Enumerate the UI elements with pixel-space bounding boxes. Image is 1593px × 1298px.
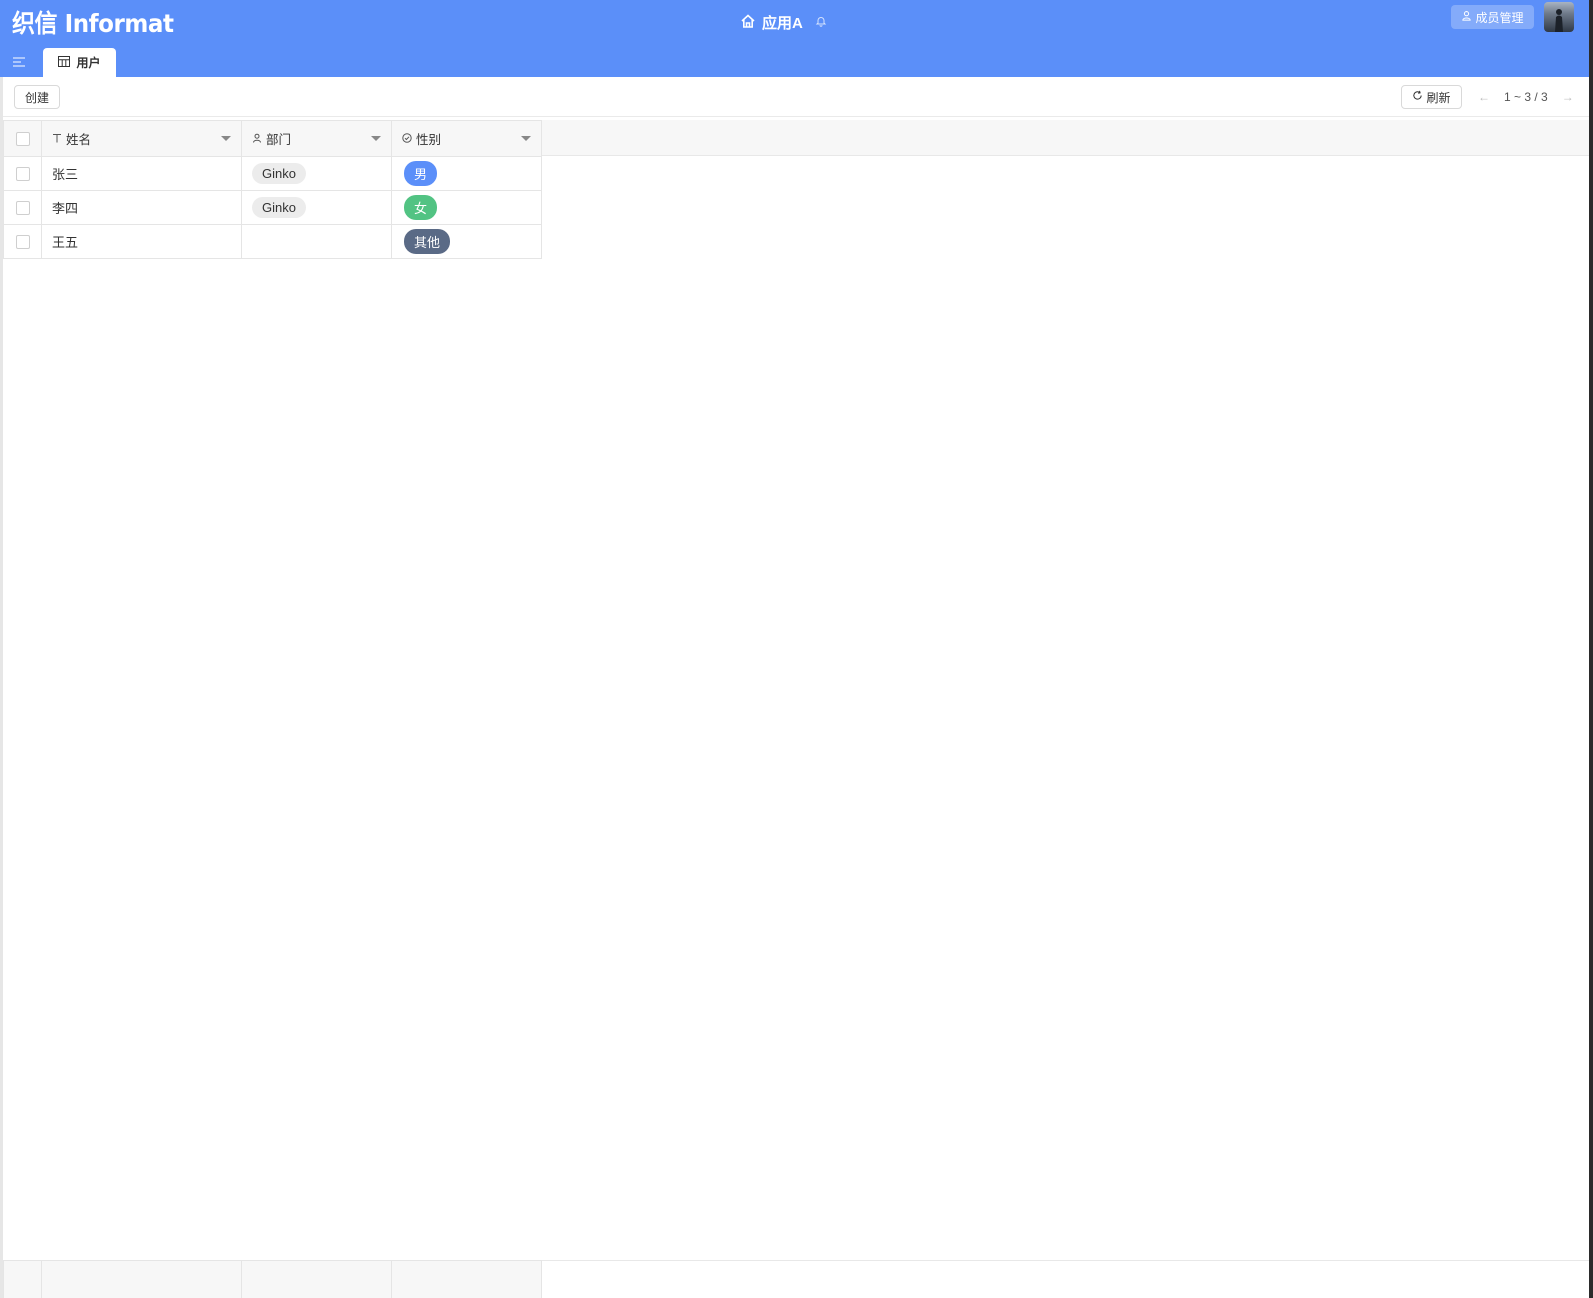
select-all-cell	[3, 120, 42, 157]
app-header: 织信 Informat 应用A 成员管理 用户	[0, 0, 1589, 77]
refresh-label: 刷新	[1426, 90, 1451, 105]
toolbar: 创建 刷新 ← 1 ~ 3 / 3 →	[3, 77, 1589, 117]
dept-tag: Ginko	[252, 163, 306, 184]
column-header-gender[interactable]: 性别	[391, 120, 542, 157]
window-edge-left	[0, 77, 3, 1298]
refresh-icon	[1412, 90, 1423, 104]
window-edge	[1589, 0, 1593, 1298]
bell-icon[interactable]	[815, 14, 827, 31]
chevron-down-icon[interactable]	[521, 136, 531, 141]
member-management-button[interactable]: 成员管理	[1451, 5, 1534, 29]
data-table: 姓名 部门 性别 张三 Ginko 男 李四 Ginko 女 王五 其他	[3, 120, 542, 259]
tab-label: 用户	[76, 56, 101, 70]
summary-cell	[3, 1260, 42, 1298]
summary-cell[interactable]	[41, 1260, 242, 1298]
user-icon	[1461, 10, 1472, 24]
app-logo: 织信 Informat	[12, 9, 174, 38]
app-title-area[interactable]: 应用A	[740, 12, 827, 33]
table-row[interactable]: 王五 其他	[3, 224, 542, 259]
app-title: 应用A	[762, 15, 803, 32]
select-all-checkbox[interactable]	[15, 131, 30, 146]
row-checkbox[interactable]	[15, 235, 30, 250]
home-icon	[740, 13, 756, 33]
table-row[interactable]: 李四 Ginko 女	[3, 190, 542, 225]
name-cell[interactable]: 李四	[41, 190, 242, 225]
dept-cell[interactable]: Ginko	[241, 156, 392, 191]
chevron-down-icon[interactable]	[371, 136, 381, 141]
row-checkbox[interactable]	[15, 167, 30, 182]
table-row[interactable]: 张三 Ginko 男	[3, 156, 542, 191]
gender-tag: 其他	[404, 229, 451, 254]
user-icon	[252, 132, 262, 146]
refresh-button[interactable]: 刷新	[1401, 85, 1462, 109]
column-header-label: 性别	[416, 133, 442, 147]
avatar[interactable]	[1544, 2, 1574, 32]
dept-cell[interactable]	[241, 224, 392, 259]
dept-tag: Ginko	[252, 197, 306, 218]
summary-cell[interactable]	[391, 1260, 542, 1298]
name-cell[interactable]: 张三	[41, 156, 242, 191]
pagination: ← 1 ~ 3 / 3 →	[1478, 85, 1574, 109]
column-header-dept[interactable]: 部门	[241, 120, 392, 157]
chevron-down-icon[interactable]	[221, 136, 231, 141]
row-select-cell	[3, 224, 42, 259]
column-header-label: 部门	[266, 133, 292, 147]
create-button[interactable]: 创建	[14, 85, 60, 109]
tab-users[interactable]: 用户	[43, 48, 116, 77]
row-checkbox[interactable]	[15, 201, 30, 216]
column-header-name[interactable]: 姓名	[41, 120, 242, 157]
menu-toggle-icon[interactable]	[12, 55, 26, 69]
gender-cell[interactable]: 女	[391, 190, 542, 225]
gender-cell[interactable]: 男	[391, 156, 542, 191]
name-value: 王五	[52, 235, 79, 250]
gender-cell[interactable]: 其他	[391, 224, 542, 259]
table-icon	[58, 55, 71, 70]
pagination-text: 1 ~ 3 / 3	[1504, 90, 1548, 104]
name-value: 李四	[52, 201, 79, 216]
row-select-cell	[3, 190, 42, 225]
gender-tag: 男	[404, 161, 438, 186]
text-type-icon	[52, 132, 62, 146]
name-cell[interactable]: 王五	[41, 224, 242, 259]
gender-tag: 女	[404, 195, 438, 220]
check-circle-icon	[402, 132, 412, 146]
summary-row	[3, 1260, 542, 1298]
row-select-cell	[3, 156, 42, 191]
member-management-label: 成员管理	[1475, 10, 1524, 25]
table-header-row: 姓名 部门 性别	[3, 120, 542, 157]
summary-cell[interactable]	[241, 1260, 392, 1298]
dept-cell[interactable]: Ginko	[241, 190, 392, 225]
prev-page-icon[interactable]: ←	[1478, 90, 1490, 104]
next-page-icon[interactable]: →	[1562, 90, 1574, 104]
column-header-label: 姓名	[66, 133, 92, 147]
name-value: 张三	[52, 167, 79, 182]
